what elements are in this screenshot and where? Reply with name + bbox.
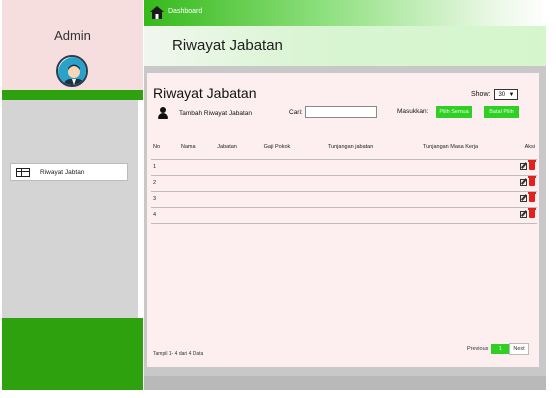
table-cell (396, 174, 505, 191)
table-row: 4 (151, 206, 537, 224)
pagination-next[interactable]: Next (509, 343, 529, 355)
table-cell (205, 206, 249, 224)
table-cell (305, 174, 397, 191)
column-header[interactable]: Gaji Pokok (249, 135, 305, 159)
select-all-button[interactable]: Pilih Semua (436, 106, 472, 118)
table-row: 2 (151, 174, 537, 191)
table-cell (396, 206, 505, 224)
sidebar-menu-area (2, 100, 138, 318)
delete-icon[interactable] (528, 192, 536, 203)
deselect-button[interactable]: Batal Pilih (484, 106, 519, 118)
topbar: Dashboard (144, 0, 546, 26)
search-input[interactable] (304, 106, 377, 118)
table-cell (205, 174, 249, 191)
table-cell (248, 190, 306, 207)
row-actions (505, 190, 537, 207)
sidebar-green-band (2, 90, 143, 100)
row-number: 4 (151, 206, 171, 224)
masukkan-label: Masukkan: (397, 108, 429, 115)
column-header[interactable]: Tunjangan Masa Kerja (396, 135, 505, 159)
edit-icon[interactable] (520, 194, 527, 202)
edit-icon[interactable] (520, 162, 527, 170)
riwayat-table: No Nama Jabatan Gaji Pokok Tunjangan jab… (151, 135, 537, 224)
search-group: Cari: (289, 106, 377, 118)
table-cell (305, 158, 397, 175)
table-cell (205, 158, 249, 175)
table-cell (171, 158, 206, 175)
row-number: 2 (151, 174, 171, 191)
pagination-page-current[interactable]: 1 (491, 344, 510, 354)
table-cell (248, 206, 306, 224)
add-label: Tambah Riwayat Jabatan (179, 109, 252, 117)
sidebar-item-riwayat-jabatan[interactable]: Riwayat Jabtan (10, 163, 128, 181)
column-header[interactable]: No (151, 135, 171, 159)
riwayat-panel: Riwayat Jabatan Show: 30 ▼ Tambah Riwaya… (146, 72, 540, 368)
table-cell (305, 206, 397, 224)
table-cell (171, 206, 206, 224)
show-value: 30 (498, 91, 506, 98)
row-actions (505, 174, 537, 191)
table-cell (171, 190, 206, 207)
edit-icon[interactable] (520, 178, 527, 186)
column-header: Aksi (524, 143, 535, 150)
row-number: 3 (151, 190, 171, 207)
search-label: Cari: (289, 108, 303, 116)
column-header[interactable]: Tunjangan jabatan (305, 135, 396, 159)
delete-icon[interactable] (528, 160, 536, 171)
page-title: Riwayat Jabatan (172, 37, 283, 54)
avatar[interactable] (56, 55, 88, 87)
row-actions (505, 206, 537, 224)
panel-title: Riwayat Jabatan (153, 85, 257, 101)
sidebar-item-label: Riwayat Jabtan (40, 168, 85, 176)
footer-strip (144, 376, 546, 390)
show-label: Show: (471, 91, 491, 98)
pagination-previous[interactable]: Previous (464, 344, 491, 354)
row-actions (505, 158, 537, 175)
table-cell (248, 174, 306, 191)
breadcrumb[interactable]: Dashboard (168, 8, 202, 15)
column-header[interactable]: Jabatan (205, 135, 248, 159)
delete-icon[interactable] (528, 208, 536, 219)
table-row: 1 (151, 158, 537, 175)
table-cell (396, 158, 505, 175)
show-select[interactable]: 30 ▼ (494, 89, 519, 100)
show-entries: Show: 30 ▼ (471, 89, 519, 100)
chevron-down-icon: ▼ (508, 91, 515, 98)
sidebar-green-footer (2, 318, 143, 390)
table-cell (248, 158, 306, 175)
table-cell (205, 190, 249, 207)
home-icon[interactable] (150, 6, 164, 19)
user-icon (157, 107, 169, 119)
page-header: Riwayat Jabatan (144, 26, 546, 66)
table-header-row: No Nama Jabatan Gaji Pokok Tunjangan jab… (151, 135, 537, 159)
sidebar: Admin Riwayat Jabtan (0, 0, 144, 398)
table-cell (396, 190, 505, 207)
edit-icon[interactable] (520, 210, 527, 218)
table-icon (16, 167, 30, 177)
admin-label: Admin (54, 28, 91, 43)
column-header[interactable]: Nama (171, 135, 205, 159)
table-cell (171, 174, 206, 191)
add-riwayat-button[interactable]: Tambah Riwayat Jabatan (157, 107, 252, 119)
row-number: 1 (151, 158, 171, 175)
delete-icon[interactable] (528, 176, 536, 187)
table-info: Tampil 1- 4 dari 4 Data (153, 351, 204, 357)
table-row: 3 (151, 190, 537, 207)
pagination: Previous 1 Next (464, 343, 529, 355)
table-cell (305, 190, 397, 207)
